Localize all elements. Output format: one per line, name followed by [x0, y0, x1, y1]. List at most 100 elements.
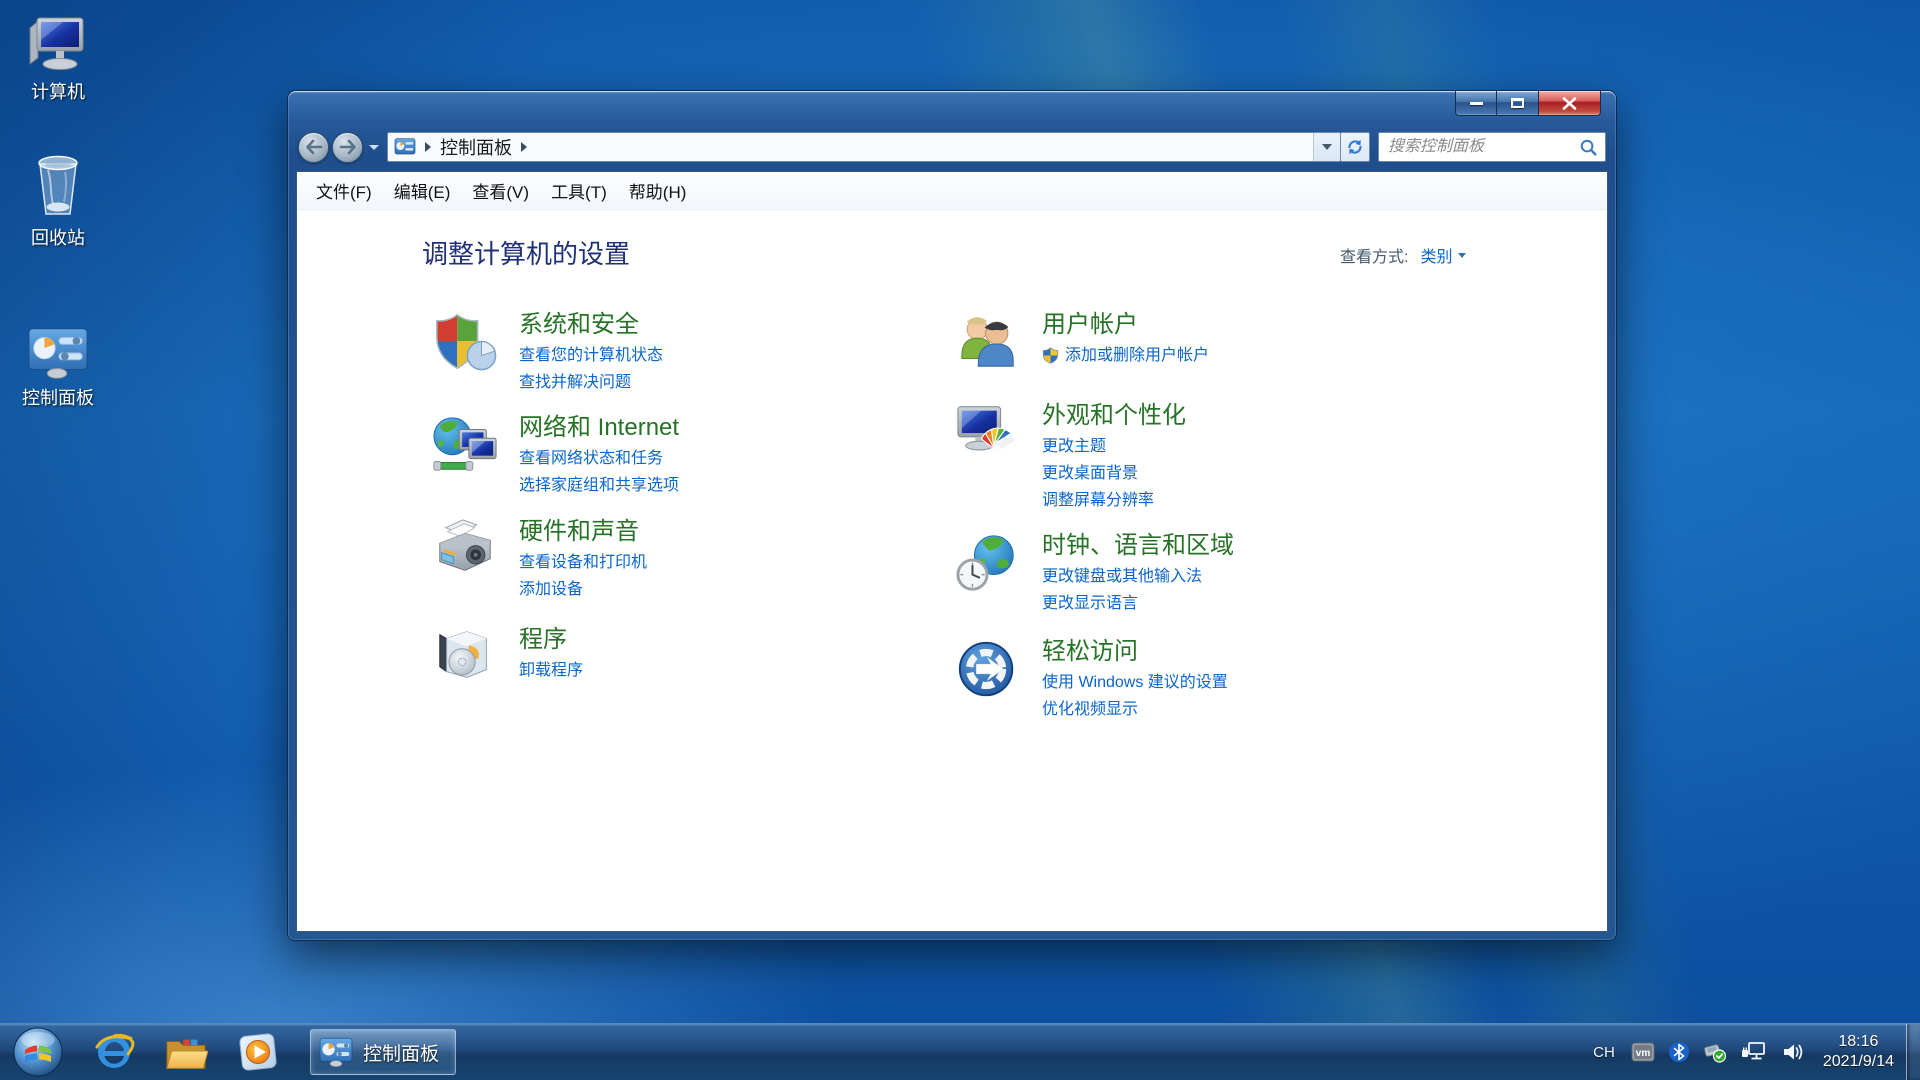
taskbar-task-label: 控制面板 [363, 1043, 440, 1065]
input-method-indicator[interactable]: CH [1593, 1044, 1615, 1061]
refresh-icon [1348, 139, 1362, 155]
view-by-value-link[interactable]: 类别 [1420, 243, 1452, 267]
category-title-ease-of-access[interactable]: 轻松访问 [1042, 638, 1228, 666]
search-icon[interactable] [1579, 138, 1598, 157]
category-title-programs[interactable]: 程序 [519, 626, 583, 654]
menu-help[interactable]: 帮助(H) [618, 173, 698, 208]
category-title-hardware-sound[interactable]: 硬件和声音 [519, 518, 647, 546]
forward-arrow-icon [339, 139, 356, 155]
address-history-dropdown[interactable] [1313, 133, 1340, 161]
category-link[interactable]: 更改键盘或其他输入法 [1042, 563, 1234, 590]
menu-bar: 文件(F) 编辑(E) 查看(V) 工具(T) 帮助(H) [297, 172, 1607, 210]
ease-of-access-icon[interactable] [955, 637, 1021, 701]
vmware-tray-icon[interactable]: vm [1631, 1042, 1655, 1062]
close-icon [1562, 96, 1577, 110]
taskbar-clock[interactable]: 18:16 2021/9/14 [1823, 1032, 1894, 1072]
usb-device-icon[interactable] [1703, 1041, 1727, 1063]
recent-pages-dropdown[interactable] [369, 144, 379, 150]
recycle-bin-icon [27, 150, 89, 220]
category-programs: 程序 卸载程序 [432, 625, 912, 689]
taskbar-internet-explorer-icon[interactable] [92, 1030, 136, 1074]
category-link[interactable]: 优化视频显示 [1042, 696, 1228, 723]
hardware-sound-icon[interactable] [432, 517, 498, 581]
breadcrumb-arrow-icon[interactable] [521, 142, 527, 152]
taskbar-media-player-icon[interactable] [236, 1030, 280, 1074]
control-panel-window: 控制面板 搜索控制面板 文件(F) 编辑(E) 查看(V) 工具(T) 帮助(H… [288, 91, 1616, 940]
address-bar[interactable]: 控制面板 [387, 132, 1341, 162]
category-ease-of-access: 轻松访问 使用 Windows 建议的设置 优化视频显示 [955, 637, 1535, 723]
windows-logo-icon [13, 1027, 63, 1077]
category-hardware-sound: 硬件和声音 查看设备和打印机 添加设备 [432, 517, 912, 603]
menu-file[interactable]: 文件(F) [305, 173, 383, 208]
chevron-down-icon [1322, 144, 1332, 150]
category-link[interactable]: 添加设备 [519, 576, 647, 603]
menu-view[interactable]: 查看(V) [461, 173, 540, 208]
clock-date: 2021/9/14 [1822, 1053, 1894, 1070]
control-panel-icon [319, 1037, 353, 1067]
breadcrumb-arrow-icon[interactable] [425, 142, 431, 152]
category-title-network-internet[interactable]: 网络和 Internet [519, 414, 679, 442]
menu-edit[interactable]: 编辑(E) [383, 173, 462, 208]
category-title-system-security[interactable]: 系统和安全 [519, 311, 663, 339]
category-link[interactable]: 使用 Windows 建议的设置 [1042, 669, 1228, 696]
menu-tools[interactable]: 工具(T) [540, 173, 618, 208]
network-internet-icon[interactable] [432, 413, 498, 477]
category-title-user-accounts[interactable]: 用户帐户 [1042, 311, 1209, 339]
search-box [1378, 132, 1606, 162]
control-panel-glyph-icon [394, 138, 416, 156]
category-link[interactable]: 调整屏幕分辨率 [1042, 487, 1186, 514]
category-link[interactable]: 查看网络状态和任务 [519, 445, 679, 472]
minimize-button[interactable] [1455, 91, 1497, 116]
category-link[interactable]: 更改桌面背景 [1042, 460, 1186, 487]
view-by-control: 查看方式: 类别 [1340, 243, 1467, 267]
taskbar-task-control-panel[interactable]: 控制面板 [310, 1029, 457, 1075]
search-input[interactable] [1379, 138, 1579, 156]
page-title: 调整计算机的设置 [422, 239, 631, 269]
category-link-with-shield[interactable]: 添加或删除用户帐户 [1042, 342, 1209, 369]
category-link[interactable]: 更改主题 [1042, 433, 1186, 460]
network-icon[interactable] [1741, 1041, 1767, 1063]
category-link[interactable]: 选择家庭组和共享选项 [519, 472, 679, 499]
category-clock-language-region: 时钟、语言和区域 更改键盘或其他输入法 更改显示语言 [955, 531, 1535, 617]
category-link[interactable]: 查看您的计算机状态 [519, 342, 663, 369]
back-button[interactable] [298, 131, 329, 163]
navigation-bar: 控制面板 [298, 124, 1606, 170]
category-link[interactable]: 查找并解决问题 [519, 369, 663, 396]
desktop-icon-control-panel[interactable]: 控制面板 [8, 326, 108, 410]
taskbar-explorer-icon[interactable] [164, 1030, 208, 1074]
volume-icon[interactable] [1781, 1041, 1805, 1063]
refresh-button[interactable] [1340, 132, 1370, 162]
category-link[interactable]: 更改显示语言 [1042, 590, 1234, 617]
breadcrumb-control-panel[interactable]: 控制面板 [440, 134, 512, 160]
window-client-area: 文件(F) 编辑(E) 查看(V) 工具(T) 帮助(H) 调整计算机的设置 查… [296, 171, 1608, 932]
minimize-icon [1469, 101, 1483, 105]
appearance-icon[interactable] [955, 401, 1021, 465]
desktop-icon-label: 回收站 [31, 228, 85, 248]
bluetooth-icon[interactable] [1668, 1041, 1689, 1063]
category-title-clock-language[interactable]: 时钟、语言和区域 [1042, 532, 1234, 560]
back-arrow-icon [305, 139, 322, 155]
clock-time: 18:16 [1838, 1033, 1879, 1050]
user-accounts-icon[interactable] [955, 310, 1021, 374]
maximize-button[interactable] [1497, 91, 1539, 116]
start-button[interactable] [12, 1026, 64, 1078]
control-panel-content: 调整计算机的设置 查看方式: 类别 系统和安全 查看您的计算机状态 查找并解决问… [297, 210, 1607, 931]
system-security-icon[interactable] [432, 310, 498, 374]
show-desktop-button[interactable] [1906, 1024, 1920, 1080]
desktop-icon-recycle-bin[interactable]: 回收站 [8, 150, 108, 250]
desktop-icon-computer[interactable]: 计算机 [8, 12, 108, 104]
category-system-security: 系统和安全 查看您的计算机状态 查找并解决问题 [432, 310, 912, 396]
uac-shield-icon [1042, 347, 1059, 364]
category-link[interactable]: 卸载程序 [519, 657, 583, 684]
clock-language-icon[interactable] [955, 531, 1021, 595]
category-column-left: 系统和安全 查看您的计算机状态 查找并解决问题 网络和 Internet 查看网… [432, 310, 912, 689]
desktop: 计算机 回收站 控制面板 控制面板 搜索控制面板 文件(F) 编辑(E) 查看(… [0, 0, 1920, 1080]
maximize-icon [1511, 98, 1524, 108]
chevron-down-icon[interactable] [1458, 252, 1467, 258]
programs-icon[interactable] [432, 625, 498, 689]
category-title-appearance[interactable]: 外观和个性化 [1042, 402, 1186, 430]
category-appearance-personalization: 外观和个性化 更改主题 更改桌面背景 调整屏幕分辨率 [955, 401, 1535, 514]
forward-button[interactable] [332, 131, 363, 163]
close-button[interactable] [1539, 91, 1601, 116]
category-link[interactable]: 查看设备和打印机 [519, 549, 647, 576]
